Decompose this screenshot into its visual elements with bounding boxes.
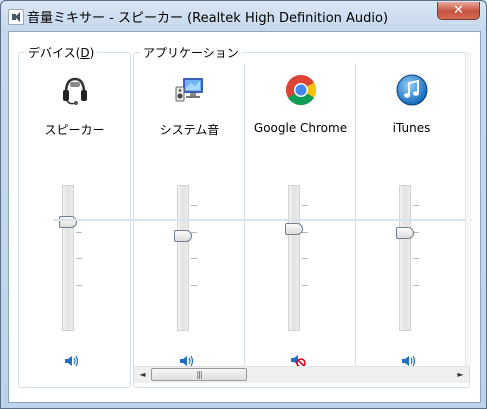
- app-channel-chrome: Google Chrome: [245, 53, 356, 371]
- app-channel-label: システム音: [159, 123, 220, 137]
- device-volume-thumb[interactable]: [59, 216, 77, 228]
- device-channel-speakers: スピーカー: [19, 53, 130, 371]
- close-button[interactable]: ✕: [437, 2, 480, 20]
- volume-mixer-window: 音量ミキサー - スピーカー (Realtek High Definition …: [0, 0, 487, 409]
- scroll-left-button[interactable]: ◄: [134, 367, 151, 383]
- tick-mark: [76, 285, 82, 286]
- window-title: 音量ミキサー - スピーカー (Realtek High Definition …: [27, 11, 389, 26]
- speaker-icon[interactable]: [64, 354, 80, 368]
- channel-edge-divider: [465, 52, 471, 366]
- app-volume-thumb[interactable]: [396, 227, 414, 239]
- chrome-icon: [285, 75, 316, 106]
- app-channel-label: iTunes: [392, 121, 431, 135]
- tick-mark: [191, 205, 197, 206]
- tick-mark: [302, 232, 308, 233]
- speaker-app-icon: [8, 9, 24, 25]
- tick-mark: [191, 258, 197, 259]
- device-channel-label: スピーカー: [44, 123, 105, 137]
- tick-mark: [413, 258, 419, 259]
- horizontal-scrollbar[interactable]: ◄ ||| ►: [134, 366, 469, 383]
- tick-mark: [191, 285, 197, 286]
- device-volume-track[interactable]: [62, 185, 74, 331]
- app-channel-system-sounds: システム音: [134, 53, 245, 371]
- scroll-right-button[interactable]: ►: [452, 367, 469, 383]
- itunes-icon: [396, 74, 427, 106]
- tick-mark: [191, 232, 197, 233]
- app-volume-thumb[interactable]: [174, 230, 192, 242]
- mixer-client-area: デバイス(D) スピーカー アプリケーション システム音 Google Chro…: [8, 31, 481, 403]
- tick-mark: [413, 205, 419, 206]
- system-sounds-icon: [175, 78, 203, 102]
- app-volume-track[interactable]: [288, 185, 300, 331]
- app-volume-track[interactable]: [399, 185, 411, 331]
- title-bar[interactable]: 音量ミキサー - スピーカー (Realtek High Definition …: [1, 1, 486, 31]
- tick-mark: [76, 258, 82, 259]
- tick-mark: [76, 232, 82, 233]
- tick-mark: [413, 285, 419, 286]
- app-volume-thumb[interactable]: [285, 223, 303, 235]
- headset-icon: [62, 77, 87, 105]
- tick-mark: [302, 285, 308, 286]
- tick-mark: [302, 205, 308, 206]
- master-volume-line: [53, 219, 472, 221]
- tick-mark: [302, 258, 308, 259]
- app-channel-itunes: iTunes: [356, 53, 467, 371]
- scroll-thumb[interactable]: |||: [151, 368, 247, 381]
- app-volume-track[interactable]: [177, 185, 189, 331]
- app-channel-label: Google Chrome: [253, 121, 348, 135]
